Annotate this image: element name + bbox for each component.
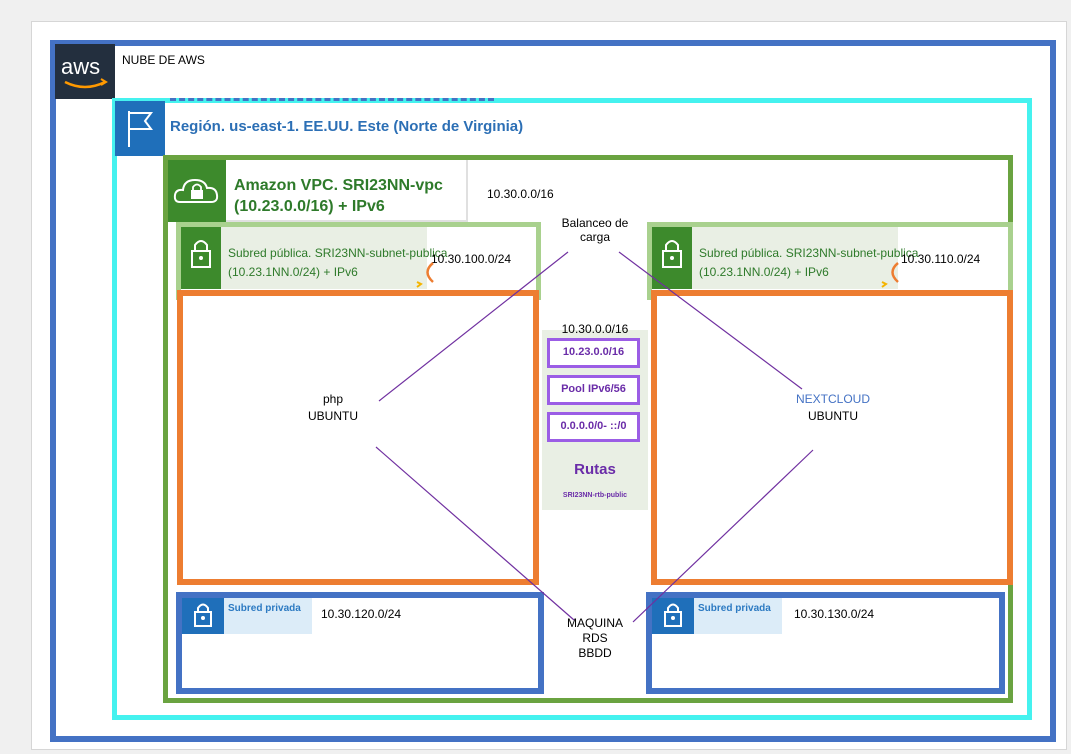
load-balancer-icons [416,262,899,288]
